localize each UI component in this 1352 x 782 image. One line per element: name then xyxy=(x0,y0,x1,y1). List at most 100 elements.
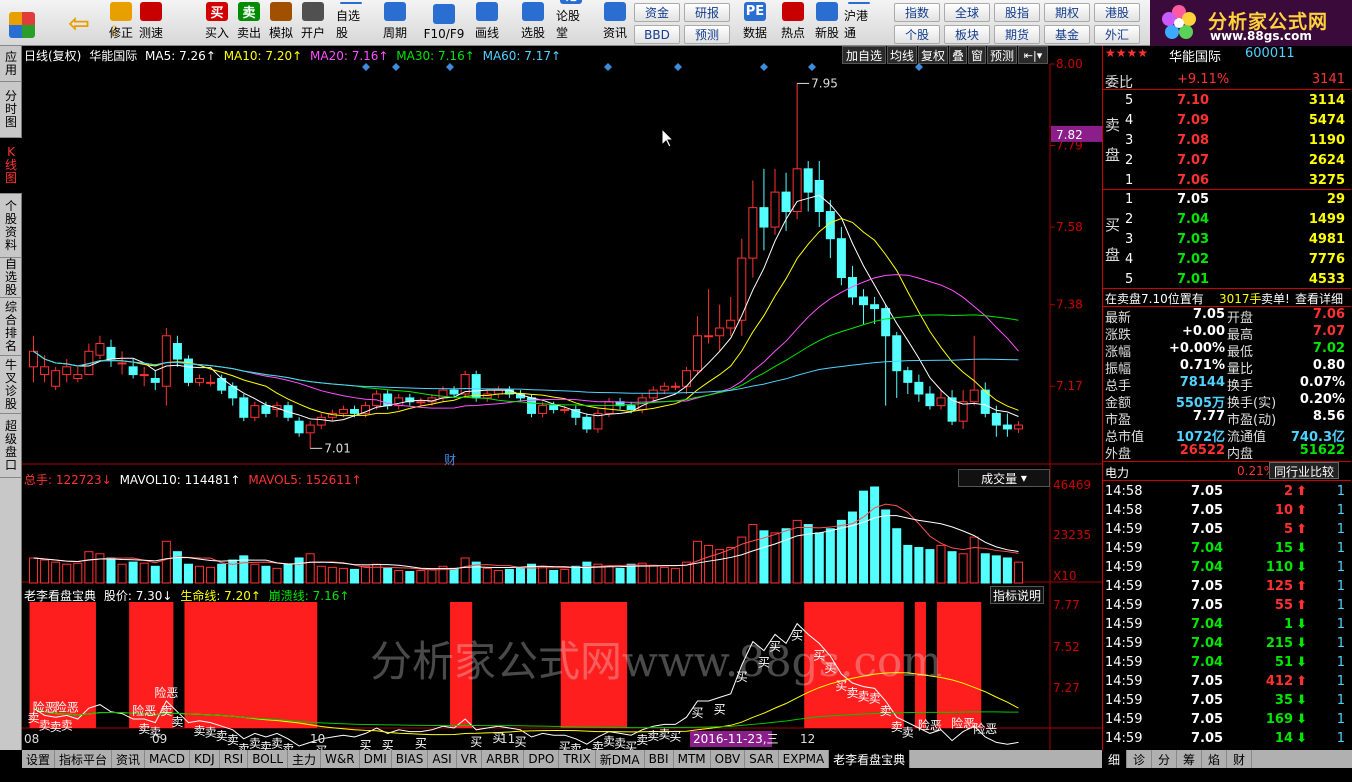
toolbar-hot-button[interactable]: 热点 xyxy=(778,2,808,44)
indicator-tab[interactable]: 设置 xyxy=(22,750,56,768)
volume-selector[interactable]: 成交量 ▾ xyxy=(958,469,1050,487)
arrow-up-icon: ⬆ xyxy=(1296,503,1307,518)
ask-row[interactable]: 2 7.07 2624 xyxy=(1103,151,1351,170)
quote-tab[interactable]: 焰 xyxy=(1202,750,1227,768)
industry-compare-button[interactable]: 同行业比较 xyxy=(1269,462,1339,479)
candle-body xyxy=(195,377,205,383)
volume-bar xyxy=(870,486,880,584)
indicator-tab[interactable]: RSI xyxy=(220,750,249,768)
toolbar-hammer-button[interactable]: 模拟 xyxy=(266,2,296,44)
indicator-tab[interactable]: VR xyxy=(457,750,483,768)
toolbar-small-button[interactable]: 指数 xyxy=(894,3,940,22)
toolbar-small-button[interactable]: 研报 xyxy=(684,3,730,22)
left-tab-2[interactable]: K线图 xyxy=(0,138,22,194)
indicator-tab[interactable]: 指标平台 xyxy=(55,750,113,768)
toolbar-button-label: 沪港通 xyxy=(844,9,869,40)
bid-row[interactable]: 1 7.05 29 xyxy=(1103,190,1351,209)
toolbar-lock-button[interactable]: 开户 xyxy=(298,2,328,44)
quote-tab-label: 焰 xyxy=(1207,752,1220,767)
toolbar-small-button[interactable]: 预测 xyxy=(684,25,730,44)
indicator-tab[interactable]: OBV xyxy=(711,750,746,768)
indicator-tab[interactable]: 主力 xyxy=(288,750,322,768)
toolbar-star-folder-button[interactable]: 自选股 xyxy=(336,2,366,44)
indicator-tab[interactable]: DMI xyxy=(360,750,392,768)
menu-grid-button[interactable] xyxy=(6,2,38,44)
notice-detail-link[interactable]: 查看详细 xyxy=(1295,290,1343,307)
ask-row[interactable]: 5 7.10 3114 xyxy=(1103,91,1351,110)
candle-body xyxy=(560,409,570,412)
toolbar-small-button[interactable]: 股指 xyxy=(994,3,1040,22)
toolbar-small-button[interactable]: 期权 xyxy=(1044,3,1090,22)
left-tab-0[interactable]: 应用 xyxy=(0,46,22,82)
toolbar-hk-connect-button[interactable]: 沪港通 xyxy=(844,2,874,44)
indicator-tab[interactable]: 老李看盘宝典 xyxy=(829,750,911,768)
toolbar-news-button[interactable]: 资讯 xyxy=(600,2,630,44)
toolbar-sell-button[interactable]: 卖卖出 xyxy=(234,2,264,44)
left-tab-4[interactable]: 自选股 xyxy=(0,258,22,298)
quote-tab[interactable]: 诊 xyxy=(1127,750,1152,768)
bid-row[interactable]: 5 7.01 4533 xyxy=(1103,270,1351,289)
indicator-tab[interactable]: MTM xyxy=(674,750,711,768)
toolbar-pe-button[interactable]: PE 数据 xyxy=(740,2,770,44)
candle-body xyxy=(62,366,72,376)
left-tab-5[interactable]: 综合排名 xyxy=(0,298,22,356)
toolbar-small-button[interactable]: 基金 xyxy=(1044,25,1090,44)
toolbar-small-button[interactable]: 期货 xyxy=(994,25,1040,44)
bid-row[interactable]: 3 7.03 4981 xyxy=(1103,230,1351,249)
buy-side-label: 买盘 xyxy=(1105,210,1121,270)
toolbar-small-button[interactable]: BBD xyxy=(634,25,680,44)
candle-body xyxy=(161,335,171,387)
toolbar-f10-button[interactable]: F10/F9 xyxy=(422,2,466,44)
indicator-tab[interactable]: MACD xyxy=(145,750,191,768)
indicator-tab[interactable]: W&R xyxy=(321,750,360,768)
volume-bar xyxy=(172,551,182,584)
indicator-tab[interactable]: 资讯 xyxy=(112,750,146,768)
back-button[interactable]: ⇦ xyxy=(62,2,96,44)
indicator-tab[interactable]: KDJ xyxy=(190,750,220,768)
left-tab-1[interactable]: 分时图 xyxy=(0,82,22,138)
indicator-tab[interactable]: DPO xyxy=(524,750,560,768)
stock-title-row[interactable]: ★★★★ 华能国际 600011 xyxy=(1103,44,1351,65)
toolbar-small-button[interactable]: 个股 xyxy=(894,25,940,44)
quote-tab[interactable]: 分 xyxy=(1152,750,1177,768)
toolbar-small-button[interactable]: 港股 xyxy=(1094,3,1140,22)
toolbar-clock-button[interactable]: 测速 xyxy=(136,2,166,44)
left-tab-7[interactable]: 超级盘口 xyxy=(0,414,22,478)
indicator-tab-label: VR xyxy=(460,752,478,766)
indicator-tab[interactable]: BIAS xyxy=(392,750,429,768)
toolbar-pencil-button[interactable]: 修正 xyxy=(106,2,136,44)
indicator-tab[interactable]: BOLL xyxy=(248,750,289,768)
toolbar-period-button[interactable]: 周期 xyxy=(380,2,410,44)
quote-tab[interactable]: 细 xyxy=(1102,750,1127,768)
toolbar-small-button[interactable]: 资金 xyxy=(634,3,680,22)
toolbar-newstock-button[interactable]: 新股 xyxy=(812,2,842,44)
candle-body xyxy=(991,412,1001,426)
toolbar-small-button[interactable]: 全球 xyxy=(944,3,990,22)
quote-tab[interactable]: 财 xyxy=(1227,750,1252,768)
ask-row[interactable]: 1 7.06 3275 xyxy=(1103,171,1351,190)
bid-row[interactable]: 4 7.02 7776 xyxy=(1103,250,1351,269)
financial-report-marker[interactable]: 财 xyxy=(444,453,456,467)
volume-bar xyxy=(493,569,503,584)
bid-row[interactable]: 2 7.04 1499 xyxy=(1103,210,1351,229)
toolbar-drawline-button[interactable]: 画线 xyxy=(472,2,502,44)
toolbar-forum-button[interactable]: 论论股堂 xyxy=(556,0,586,44)
toolbar-small-button[interactable]: 外汇 xyxy=(1094,25,1140,44)
indicator-tab[interactable]: SAR xyxy=(745,750,779,768)
indicator-tab[interactable]: BBI xyxy=(645,750,674,768)
toolbar-buy-button[interactable]: 买买入 xyxy=(202,2,232,44)
indicator-help-button[interactable]: 指标说明 xyxy=(990,586,1044,604)
indicator-tab[interactable]: 新DMA xyxy=(596,750,645,768)
big-order-notice[interactable]: 在卖盘7.10位置有 3017手 卖单! 查看详细 xyxy=(1103,288,1351,307)
ask-row[interactable]: 3 7.08 1190 xyxy=(1103,131,1351,150)
indicator-tab[interactable]: ARBR xyxy=(482,750,525,768)
indicator-tab[interactable]: ASI xyxy=(428,750,457,768)
indicator-tab[interactable]: TRIX xyxy=(559,750,596,768)
toolbar-select-stock-button[interactable]: 选股 xyxy=(518,2,548,44)
left-tab-3[interactable]: 个股资料 xyxy=(0,194,22,258)
left-tab-6[interactable]: 牛叉诊股 xyxy=(0,356,22,414)
toolbar-small-button[interactable]: 板块 xyxy=(944,25,990,44)
ask-row[interactable]: 4 7.09 5474 xyxy=(1103,111,1351,130)
quote-tab[interactable]: 筹 xyxy=(1177,750,1202,768)
indicator-tab[interactable]: EXPMA xyxy=(779,750,830,768)
